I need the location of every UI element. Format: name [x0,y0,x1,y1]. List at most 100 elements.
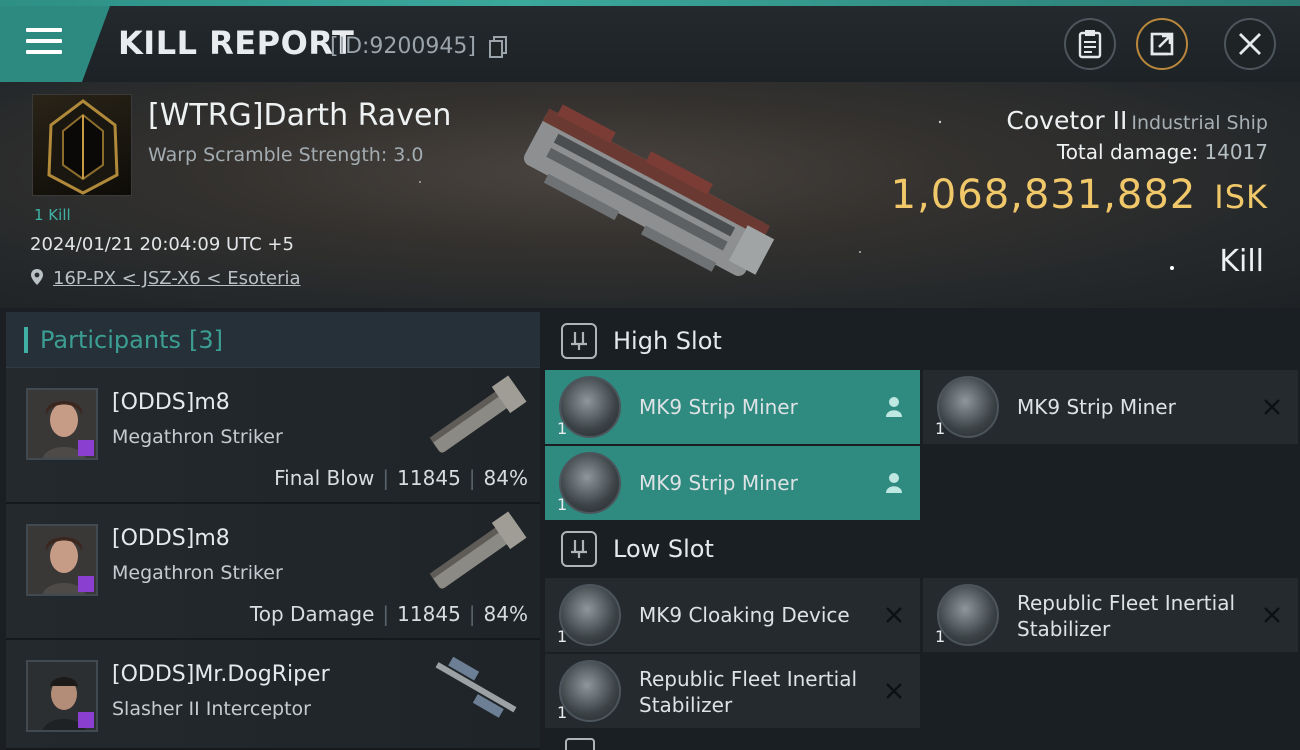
participant-name[interactable]: [ODDS]m8 [112,390,230,415]
destroyed-x-icon [886,607,902,623]
strip-miner-icon [937,376,999,438]
victim-pilot-name[interactable]: [WTRG]Darth Raven [148,98,451,133]
share-button[interactable] [1136,18,1188,70]
pilot-icon [886,397,902,417]
module-name: Republic Fleet Inertial Stabilizer [639,666,857,718]
participants-header: Participants [3] [6,312,540,368]
high-slot-header: High Slot [545,312,1300,370]
participant-row[interactable]: [ODDS]m8 Megathron Striker Top Damage | 11… [6,504,540,640]
module-name: MK9 Strip Miner [639,471,798,495]
module-name: MK9 Strip Miner [1017,395,1176,419]
module-item[interactable]: 1 MK9 Strip Miner [545,446,920,520]
strip-miner-icon [559,376,621,438]
module-item[interactable]: 1 MK9 Strip Miner [923,370,1298,444]
inertial-stabilizer-icon [937,584,999,646]
module-qty: 1 [557,419,568,438]
victim-portrait[interactable] [32,94,132,196]
module-name: MK9 Cloaking Device [639,603,850,627]
participant-ship: Slasher II Interceptor [112,698,311,720]
kill-location-link[interactable]: 16P-PX < JSZ-X6 < Esoteria [53,268,301,289]
header-accent-bar [24,326,28,353]
isk-value: 1,068,831,882 ISK [891,172,1268,218]
inertial-stabilizer-icon [559,660,621,722]
kill-datetime: 2024/01/21 20:04:09 UTC +5 [30,234,294,255]
participants-panel: Participants [3] [ODDS]m8 Megathron Stri… [6,312,540,750]
kill-count: 1 Kill [34,206,71,224]
module-name: Republic Fleet Inertial Stabilizer [1017,590,1235,642]
module-item[interactable]: 1 Republic Fleet Inertial Stabilizer [923,578,1298,652]
participant-damage: 11845 [397,466,461,490]
pilot-badge-icon [78,576,94,592]
participant-row[interactable]: [ODDS]Mr.DogRiper Slasher II Interceptor [6,640,540,750]
victim-summary: [WTRG]Darth Raven Warp Scramble Strength… [0,82,1300,308]
participant-name[interactable]: [ODDS]Mr.DogRiper [112,662,330,687]
cloaking-device-icon [559,584,621,646]
share-icon [1150,32,1174,56]
isk-amount: 1,068,831,882 [890,172,1197,218]
isk-unit: ISK [1214,178,1268,216]
pilot-badge-icon [78,712,94,728]
participant-damage: 11845 [397,602,461,626]
participant-role: Final Blow [274,466,375,490]
report-id: [ID:9200945] [330,34,476,59]
total-damage: Total damage: 14017 [1057,140,1268,164]
page-title: KILL REPORT [118,24,355,62]
module-item[interactable]: 1 MK9 Strip Miner [545,370,920,444]
module-item[interactable]: 1 MK9 Cloaking Device [545,578,920,652]
participant-ship-image [429,375,527,453]
kill-report-header: KILL REPORT [ID:9200945] [0,6,1300,82]
close-icon [1239,33,1261,55]
close-button[interactable] [1224,18,1276,70]
kill-result: Kill [1219,244,1264,279]
participant-ship-image [429,511,527,589]
module-item[interactable]: 1 Republic Fleet Inertial Stabilizer [545,654,920,728]
menu-button[interactable] [0,6,110,82]
module-name-line2: Stabilizer [1017,617,1111,641]
participants-count: [3] [188,325,223,354]
participant-percent: 84% [483,466,528,490]
low-slot-icon [561,531,597,567]
destroyed-x-icon [1264,607,1280,623]
high-slot-icon [561,323,597,359]
strip-miner-icon [559,452,621,514]
ship-class: Industrial Ship [1131,112,1268,134]
participant-role: Top Damage [249,602,375,626]
clipboard-button[interactable] [1064,18,1116,70]
participant-percent: 84% [483,602,528,626]
module-name-line1: Republic Fleet Inertial [639,667,858,691]
total-damage-value: 14017 [1204,140,1268,164]
victim-ship-image [523,104,775,277]
participant-ship: Megathron Striker [112,562,283,584]
high-slot-title: High Slot [613,327,722,355]
clipboard-icon [1078,30,1102,59]
participant-name[interactable]: [ODDS]m8 [112,526,230,551]
victim-ship-name: Covetor II Industrial Ship [1006,106,1268,135]
warp-scramble-strength: Warp Scramble Strength: 3.0 [148,144,424,166]
fitting-panel: High Slot 1 MK9 Strip Miner 1 MK9 Strip … [545,312,1300,750]
destroyed-x-icon [886,683,902,699]
participant-avatar[interactable] [26,388,98,460]
module-qty: 1 [557,703,568,722]
low-slot-title: Low Slot [613,535,714,563]
participant-stats: Final Blow | 11845 | 84% [274,466,528,490]
low-slot-header: Low Slot [545,520,1300,578]
pilot-badge-icon [78,440,94,456]
copy-icon[interactable] [489,36,507,58]
participant-stats: Top Damage | 11845 | 84% [249,602,528,626]
module-qty: 1 [557,627,568,646]
participant-avatar[interactable] [26,660,98,732]
participants-title: Participants [40,325,181,354]
participant-row[interactable]: [ODDS]m8 Megathron Striker Final Blow | 11… [6,368,540,504]
pilot-icon [886,473,902,493]
ship-name-text: Covetor II [1006,106,1128,135]
total-damage-label: Total damage: [1056,140,1199,164]
location-pin-icon [31,269,43,285]
participant-ship-image [435,656,517,718]
destroyed-x-icon [1264,399,1280,415]
module-qty: 1 [935,627,946,646]
participant-avatar[interactable] [26,524,98,596]
module-name-line1: Republic Fleet Inertial [1017,591,1236,615]
hamburger-icon [26,28,62,56]
module-qty: 1 [557,495,568,514]
next-slot-icon [565,738,595,750]
